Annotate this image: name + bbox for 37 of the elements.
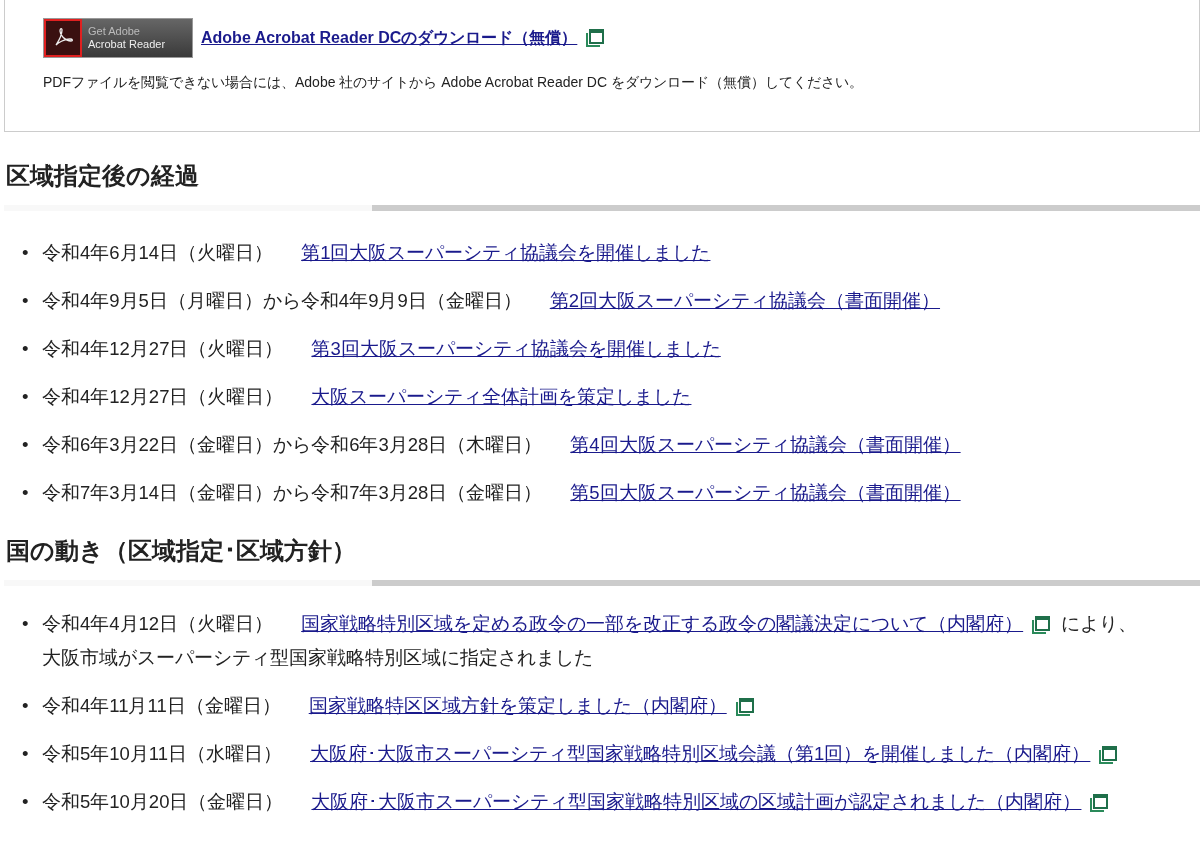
item-date: 令和4年11月11日（金曜日） — [42, 694, 281, 716]
section-heading: 区域指定後の経過 — [6, 162, 200, 191]
item-link[interactable]: 第1回大阪スーパーシティ協議会を開催しました — [301, 241, 711, 263]
item-text: 大阪市域がスーパーシティ型国家戦略特別区域に指定されました — [42, 645, 594, 670]
item-date: 令和4年4月12日（火曜日） — [42, 612, 274, 634]
item-text: により、 — [1061, 612, 1138, 634]
list-bullet: • — [22, 288, 30, 313]
item-date: 令和7年3月14日（金曜日）から令和7年3月28日（金曜日） — [42, 481, 543, 503]
item-link[interactable]: 大阪スーパーシティ全体計画を策定しました — [311, 385, 692, 407]
acrobat-reader-badge[interactable]: Get Adobe Acrobat Reader — [43, 18, 193, 58]
section-heading: 国の動き（区域指定･区域方針） — [6, 536, 357, 566]
list-bullet: • — [22, 432, 30, 457]
list-bullet: • — [22, 336, 30, 361]
item-link[interactable]: 大阪府･大阪市スーパーシティ型国家戦略特別区域の区域計画が認定されました（内閣府） — [311, 790, 1082, 812]
item-date: 令和5年10月11日（水曜日） — [42, 742, 283, 764]
pdf-note: PDFファイルを閲覧できない場合には、Adobe 社のサイトから Adobe Acrobat Reader DC をダウンロード（無償）してください。 — [43, 73, 864, 92]
item-link[interactable]: 大阪府･大阪市スーパーシティ型国家戦略特別区域会議（第1回）を開催しました（内閣府） — [310, 742, 1091, 764]
list-bullet: • — [22, 693, 30, 718]
item-link[interactable]: 国家戦略特区区域方針を策定しました（内閣府） — [308, 694, 727, 716]
list-bullet: • — [22, 789, 30, 814]
item-date: 令和4年12月27日（火曜日） — [42, 385, 284, 407]
item-date: 令和6年3月22日（金曜日）から令和6年3月28日（木曜日） — [42, 433, 543, 455]
list-bullet: • — [22, 741, 30, 766]
download-link[interactable]: Adobe Acrobat Reader DCのダウンロード（無償） — [201, 26, 578, 50]
item-date: 令和5年10月20日（金曜日） — [42, 790, 284, 812]
list-bullet: • — [22, 384, 30, 409]
item-date: 令和4年12月27日（火曜日） — [42, 337, 284, 359]
item-date: 令和4年9月5日（月曜日）から令和4年9月9日（金曜日） — [42, 289, 522, 311]
item-date: 令和4年6月14日（火曜日） — [42, 241, 274, 263]
item-link[interactable]: 第5回大阪スーパーシティ協議会（書面開催） — [570, 481, 961, 503]
item-link[interactable]: 第2回大阪スーパーシティ協議会（書面開催） — [549, 289, 941, 311]
item-link[interactable]: 第3回大阪スーパーシティ協議会を開催しました — [311, 337, 721, 359]
list-bullet: • — [22, 240, 30, 265]
list-bullet: • — [22, 611, 30, 636]
item-link[interactable]: 国家戦略特別区域を定める政令の一部を改正する政令の閣議決定について（内閣府） — [301, 612, 1024, 634]
item-link[interactable]: 第4回大阪スーパーシティ協議会（書面開催） — [570, 433, 961, 455]
list-bullet: • — [22, 480, 30, 505]
